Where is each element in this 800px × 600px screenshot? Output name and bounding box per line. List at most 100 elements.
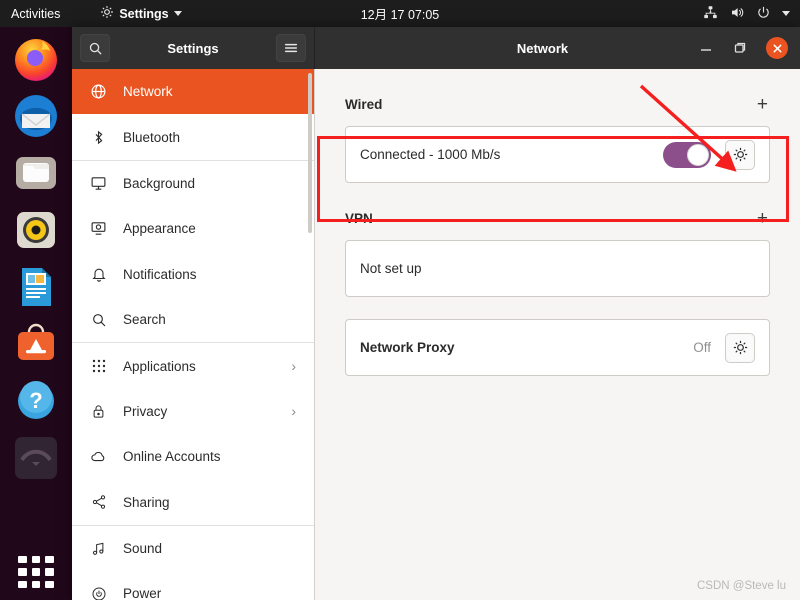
music-note-icon <box>90 540 107 557</box>
sidebar-item-label: Privacy <box>123 403 168 419</box>
screen: Activities Settings 12月 17 07:05 ? Setti… <box>0 0 800 600</box>
grid-dot <box>45 580 54 588</box>
sidebar-item-background[interactable]: Background <box>72 161 314 206</box>
sidebar-item-online-accounts[interactable]: Online Accounts <box>72 434 314 479</box>
sidebar-item-label: Applications <box>123 358 196 374</box>
network-wired-icon[interactable] <box>703 5 718 23</box>
sidebar-item-label: Network <box>123 84 173 100</box>
volume-icon[interactable] <box>729 5 745 23</box>
grid-dot <box>18 568 27 576</box>
appearance-icon <box>90 220 107 237</box>
dock-item-amazon[interactable] <box>12 434 60 482</box>
grid-dot <box>31 568 41 576</box>
sidebar-item-appearance[interactable]: Appearance <box>72 206 314 251</box>
globe-icon <box>90 83 107 100</box>
search-icon <box>90 311 107 328</box>
sidebar-item-search[interactable]: Search <box>72 297 314 342</box>
window-header: Network <box>315 27 800 69</box>
sidebar-item-bluetooth[interactable]: Bluetooth <box>72 114 314 159</box>
sidebar-item-network[interactable]: Network <box>72 69 314 115</box>
network-proxy-label: Network Proxy <box>360 340 455 355</box>
network-proxy-row[interactable]: Network Proxy Off <box>346 320 769 375</box>
settings-sidebar[interactable]: Network Bluetooth Background Appearance … <box>72 69 315 600</box>
system-tray[interactable] <box>703 5 790 23</box>
apps-grid-icon <box>90 358 107 375</box>
bell-icon <box>90 266 107 283</box>
cloud-icon <box>90 448 107 465</box>
watermark: CSDN @Steve lu <box>696 580 786 592</box>
dock-item-thunderbird[interactable] <box>12 92 60 140</box>
sidebar-item-label: Search <box>123 312 166 328</box>
dock-item-firefox[interactable] <box>12 35 60 83</box>
vpn-row[interactable]: Not set up <box>346 241 769 296</box>
wired-toggle[interactable] <box>663 141 711 168</box>
wired-settings-button[interactable] <box>725 139 755 170</box>
add-wired-button[interactable]: + <box>755 95 770 114</box>
maximize-button[interactable] <box>732 40 748 56</box>
sidebar-item-privacy[interactable]: Privacy › <box>72 389 314 434</box>
wired-connection-row[interactable]: Connected - 1000 Mb/s <box>346 127 769 182</box>
add-vpn-button[interactable]: + <box>755 209 770 228</box>
wired-title: Wired <box>345 96 383 112</box>
show-applications-button[interactable] <box>12 552 60 592</box>
caret-down-icon[interactable] <box>782 11 790 16</box>
sidebar-item-label: Bluetooth <box>123 129 181 145</box>
lock-icon <box>90 403 107 420</box>
power-icon <box>90 585 107 600</box>
sidebar-scrollbar[interactable] <box>308 73 312 233</box>
sidebar-header: Settings <box>72 27 315 69</box>
dock-item-help[interactable]: ? <box>12 377 60 425</box>
sidebar-item-notifications[interactable]: Notifications <box>72 252 314 297</box>
sidebar-item-sound[interactable]: Sound <box>72 526 314 571</box>
grid-dot <box>31 580 41 588</box>
window-titlebar: Settings Network <box>72 27 800 69</box>
sidebar-item-power[interactable]: Power <box>72 571 314 600</box>
sidebar-item-label: Sharing <box>123 494 170 510</box>
search-button[interactable] <box>80 34 110 62</box>
vpn-title: VPN <box>345 210 373 226</box>
wired-section-header: Wired + <box>345 91 770 117</box>
sidebar-title: Settings <box>167 40 219 56</box>
chevron-down-icon <box>173 11 182 16</box>
ubuntu-dock: ? <box>0 27 72 600</box>
sidebar-item-sharing[interactable]: Sharing <box>72 480 314 525</box>
network-settings-panel: Wired + Connected - 1000 Mb/s VPN + Not … <box>315 69 800 600</box>
grid-dot <box>45 568 54 576</box>
grid-dot <box>45 556 54 564</box>
dock-item-libreoffice-writer[interactable] <box>12 263 60 311</box>
dock-item-files[interactable] <box>12 149 60 197</box>
svg-text:?: ? <box>29 388 42 413</box>
sidebar-item-applications[interactable]: Applications › <box>72 343 314 388</box>
bluetooth-icon <box>90 129 107 146</box>
wired-status-label: Connected - 1000 Mb/s <box>360 147 501 162</box>
grid-dot <box>18 556 27 564</box>
dock-item-ubuntu-software[interactable] <box>12 320 60 368</box>
hamburger-menu-button[interactable] <box>276 34 306 62</box>
toggle-knob <box>687 143 709 166</box>
settings-window: Settings Network Network Bluetooth Backg… <box>72 27 800 600</box>
window-title: Network <box>516 40 569 56</box>
network-proxy-settings-button[interactable] <box>725 332 755 363</box>
activities-button[interactable]: Activities <box>11 7 60 21</box>
vpn-status-label: Not set up <box>360 261 422 276</box>
sidebar-item-label: Appearance <box>123 221 196 237</box>
gnome-top-bar: Activities Settings 12月 17 07:05 <box>0 0 800 27</box>
vpn-card: Not set up <box>345 240 770 297</box>
close-button[interactable] <box>766 37 788 59</box>
window-body: Network Bluetooth Background Appearance … <box>72 69 800 600</box>
sidebar-item-label: Notifications <box>123 266 197 282</box>
share-icon <box>90 494 107 511</box>
grid-dot <box>31 556 41 564</box>
app-menu-label: Settings <box>119 6 169 21</box>
settings-gear-icon <box>100 5 114 22</box>
background-icon <box>90 175 107 192</box>
app-menu-button[interactable]: Settings <box>100 5 182 22</box>
power-icon[interactable] <box>756 5 771 23</box>
sidebar-item-label: Sound <box>123 541 163 557</box>
minimize-button[interactable] <box>698 40 714 56</box>
sidebar-item-label: Background <box>123 175 196 191</box>
network-proxy-card: Network Proxy Off <box>345 319 770 376</box>
dock-item-rhythmbox[interactable] <box>12 206 60 254</box>
